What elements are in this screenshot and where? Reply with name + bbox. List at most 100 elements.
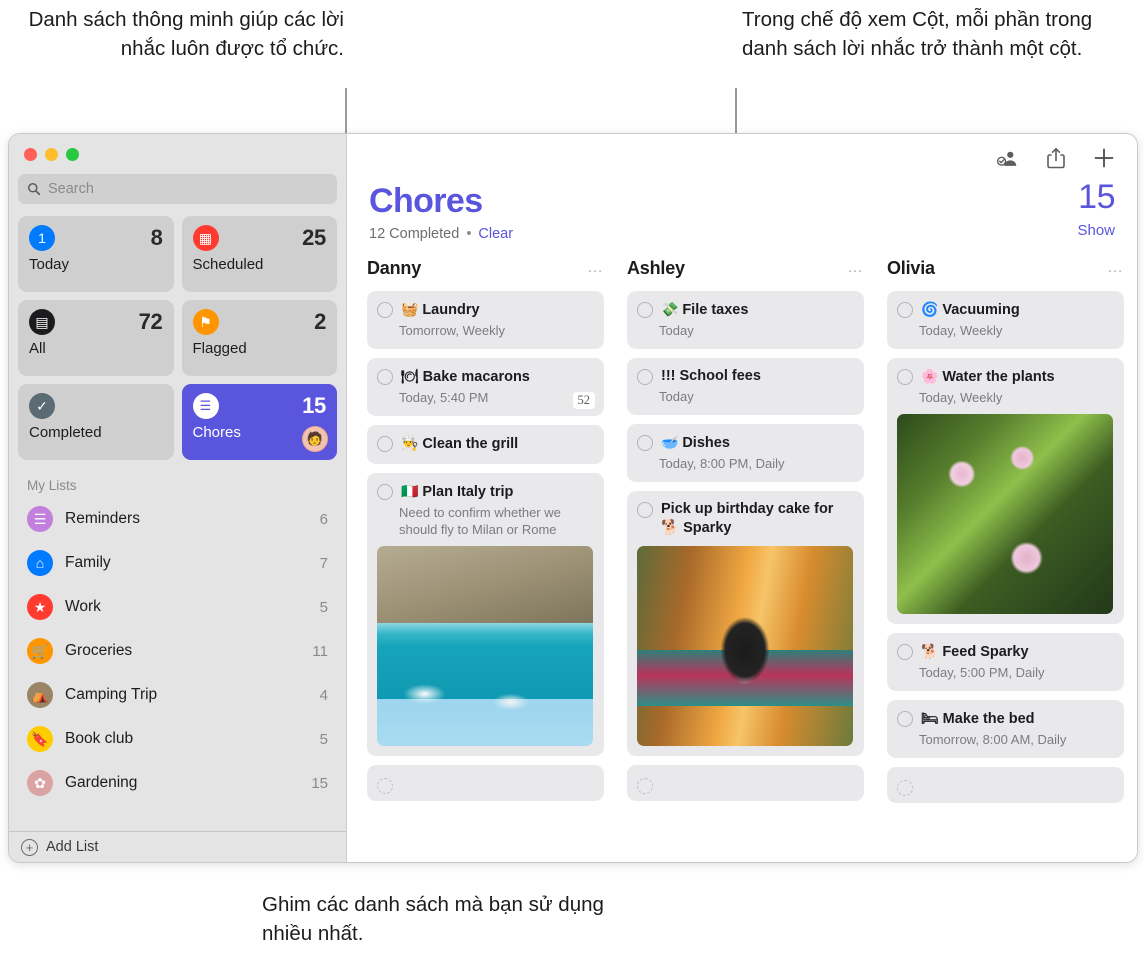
- task-card[interactable]: !!! School fees Today: [627, 358, 864, 415]
- column-title: Olivia: [887, 257, 935, 278]
- smart-list-completed[interactable]: ✓ Completed: [18, 384, 174, 460]
- task-checkbox[interactable]: [897, 711, 913, 727]
- my-lists-heading: My Lists: [27, 478, 77, 493]
- task-checkbox[interactable]: [897, 369, 913, 385]
- task-card[interactable]: 🥣 Dishes Today, 8:00 PM, Daily: [627, 424, 864, 482]
- task-checkbox[interactable]: [637, 502, 653, 518]
- add-person-icon[interactable]: [997, 147, 1019, 169]
- task-card[interactable]: 🌸 Water the plants Today, Weekly: [887, 358, 1124, 624]
- sidebar-item-groceries[interactable]: 🛒 Groceries 11: [9, 629, 346, 673]
- new-task-row[interactable]: [367, 765, 604, 801]
- search-field[interactable]: Search: [18, 174, 337, 204]
- task-row: 🌀 Vacuuming: [897, 300, 1113, 320]
- task-card[interactable]: 🧺 Laundry Tomorrow, Weekly: [367, 291, 604, 349]
- task-checkbox[interactable]: [897, 644, 913, 660]
- task-emoji: 🌸: [921, 368, 943, 384]
- task-card[interactable]: 💸 File taxes Today: [627, 291, 864, 349]
- add-list-label: Add List: [46, 839, 99, 855]
- task-card[interactable]: 🛏 Make the bed Tomorrow, 8:00 AM, Daily: [887, 700, 1124, 758]
- smart-list-count: 25: [302, 225, 326, 250]
- sidebar-item-label: Book club: [65, 730, 134, 747]
- task-emoji: 🛏: [921, 710, 943, 726]
- task-subtitle: Today: [659, 323, 694, 338]
- task-row: [377, 776, 593, 794]
- sidebar-item-label: Groceries: [65, 642, 133, 659]
- task-card[interactable]: 👨‍🍳 Clean the grill: [367, 425, 604, 464]
- zoom-button[interactable]: [66, 148, 79, 161]
- show-button[interactable]: Show: [1077, 222, 1115, 239]
- smart-list-top: ✓: [29, 393, 163, 419]
- task-emoji: 🐕: [921, 643, 943, 659]
- cart-icon: 🛒: [27, 638, 53, 664]
- task-list: 🌀 Vacuuming Today, Weekly 🌸 Water the pl…: [887, 291, 1124, 803]
- task-list: 💸 File taxes Today !!! School fees Today…: [627, 291, 864, 801]
- clear-button[interactable]: Clear: [478, 226, 513, 242]
- smart-list-chores[interactable]: ☰ 15 Chores 🧑: [181, 384, 337, 460]
- flowers-photo: [897, 414, 1113, 614]
- sidebar-item-work[interactable]: ★ Work 5: [9, 585, 346, 629]
- smart-list-all[interactable]: ▤ 72 All: [18, 300, 174, 376]
- task-title: 🧺 Laundry: [401, 301, 480, 318]
- task-card[interactable]: 🌀 Vacuuming Today, Weekly: [887, 291, 1124, 349]
- sidebar-item-book-club[interactable]: 🔖 Book club 5: [9, 717, 346, 761]
- column-menu-icon[interactable]: …: [587, 260, 604, 276]
- column-ashley: Ashley … 💸 File taxes Today !!! School f…: [627, 256, 864, 862]
- sidebar-item-reminders[interactable]: ☰ Reminders 6: [9, 497, 346, 541]
- task-checkbox[interactable]: [637, 778, 653, 794]
- task-checkbox[interactable]: [377, 778, 393, 794]
- sidebar-item-label: Gardening: [65, 774, 138, 791]
- new-task-row[interactable]: [627, 765, 864, 801]
- task-checkbox[interactable]: [637, 302, 653, 318]
- sidebar-item-camping-trip[interactable]: ⛺ Camping Trip 4: [9, 673, 346, 717]
- callout-column-view: Trong chế độ xem Cột, mỗi phần trong dan…: [742, 8, 1093, 60]
- task-badge: 52: [572, 392, 595, 409]
- share-icon[interactable]: [1045, 147, 1067, 169]
- task-emoji: 🌀: [921, 301, 943, 317]
- task-checkbox[interactable]: [637, 435, 653, 451]
- task-checkbox[interactable]: [897, 302, 913, 318]
- task-checkbox[interactable]: [377, 302, 393, 318]
- smart-list-count: 2: [314, 309, 326, 334]
- window-controls[interactable]: [9, 134, 346, 161]
- column-menu-icon[interactable]: …: [1107, 260, 1124, 276]
- minimize-button[interactable]: [45, 148, 58, 161]
- task-row: !!! School fees: [637, 367, 853, 386]
- task-card[interactable]: Pick up birthday cake for 🐕 Sparky: [627, 491, 864, 756]
- flag-icon: ⚑: [192, 309, 219, 335]
- smart-list-today[interactable]: 1 8 Today: [18, 216, 174, 292]
- completed-line: 12 Completed • Clear: [369, 226, 1115, 242]
- task-checkbox[interactable]: [377, 436, 393, 452]
- smart-list-flagged[interactable]: ⚑ 2 Flagged: [181, 300, 337, 376]
- plus-icon[interactable]: [1093, 147, 1115, 169]
- task-emoji: 🍽: [401, 368, 423, 384]
- italy-coast-photo: [377, 546, 593, 746]
- task-row: 👨‍🍳 Clean the grill: [377, 434, 593, 454]
- task-card[interactable]: 🇮🇹 Plan Italy trip Need to confirm wheth…: [367, 473, 604, 756]
- smart-list-scheduled[interactable]: ▦ 25 Scheduled: [181, 216, 337, 292]
- task-checkbox[interactable]: [377, 369, 393, 385]
- task-subtitle: Today: [659, 389, 694, 404]
- sidebar-item-family[interactable]: ⌂ Family 7: [9, 541, 346, 585]
- sidebar-item-count: 4: [319, 686, 328, 704]
- star-icon: ★: [27, 594, 53, 620]
- sidebar: Search 1 8 Today ▦ 25 Scheduled ▤ 72 All ⚑ 2 Flagge…: [9, 134, 347, 862]
- task-checkbox[interactable]: [637, 369, 653, 385]
- smart-list-top: ☰ 15: [192, 393, 326, 419]
- new-task-row[interactable]: [887, 767, 1124, 803]
- task-card[interactable]: 🐕 Feed Sparky Today, 5:00 PM, Daily: [887, 633, 1124, 691]
- task-row: 🇮🇹 Plan Italy trip: [377, 482, 593, 502]
- smart-list-label: Scheduled: [192, 256, 264, 273]
- column-header: Ashley …: [627, 256, 864, 280]
- sidebar-item-label: Reminders: [65, 510, 140, 527]
- task-subtitle: Need to confirm whether we should fly to…: [399, 505, 561, 537]
- task-row: 💸 File taxes: [637, 300, 853, 320]
- task-checkbox[interactable]: [897, 780, 913, 796]
- add-list-button[interactable]: + Add List: [9, 831, 346, 862]
- task-card[interactable]: 🍽 Bake macarons Today, 5:40 PM 52: [367, 358, 604, 416]
- task-emoji: 💸: [661, 301, 683, 317]
- close-button[interactable]: [24, 148, 37, 161]
- column-menu-icon[interactable]: …: [847, 260, 864, 276]
- task-checkbox[interactable]: [377, 484, 393, 500]
- sidebar-item-gardening[interactable]: ✿ Gardening 15: [9, 761, 346, 805]
- avatar: 🧑: [302, 426, 328, 452]
